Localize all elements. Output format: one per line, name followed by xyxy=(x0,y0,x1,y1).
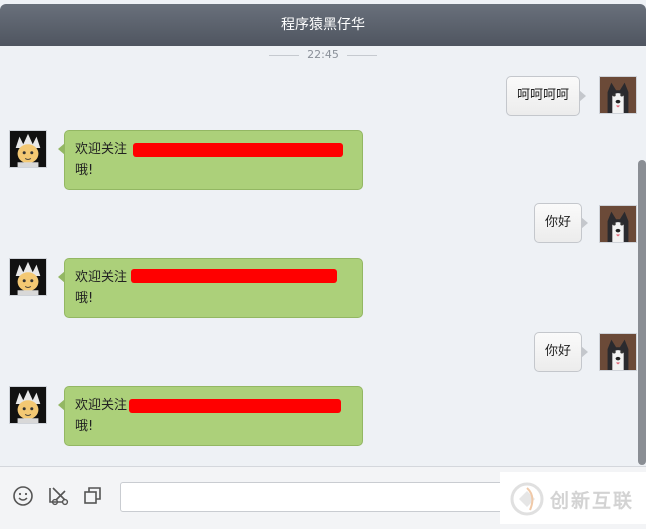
watermark-icon xyxy=(510,482,544,516)
message-text: 呵呵呵呵 xyxy=(517,88,570,103)
user-avatar-husky[interactable] xyxy=(599,76,637,114)
redaction-mark xyxy=(131,269,337,283)
message-text: 你好 xyxy=(545,215,572,230)
message-prefix: 欢迎关注 xyxy=(75,270,128,285)
user-avatar-husky[interactable] xyxy=(599,333,637,371)
message-prefix: 欢迎关注 xyxy=(75,142,128,157)
user-avatar-husky[interactable] xyxy=(599,205,637,243)
redaction-mark xyxy=(133,143,343,157)
chat-scrollbar[interactable] xyxy=(638,160,646,465)
bot-avatar[interactable] xyxy=(9,386,47,424)
divider-right xyxy=(346,54,377,56)
my-message-bubble[interactable]: 你好 xyxy=(534,332,589,372)
window-title: 程序猿黑仔华 xyxy=(0,4,646,46)
bot-message-bubble[interactable]: 欢迎关注 哦! xyxy=(58,258,363,318)
bot-avatar[interactable] xyxy=(9,258,47,296)
message-line-2: 哦! xyxy=(75,291,94,306)
redaction-mark xyxy=(129,399,341,413)
watermark-logo: 创新互联 xyxy=(500,472,646,524)
my-message-bubble[interactable]: 呵呵呵呵 xyxy=(506,76,587,116)
screenshot-scissors-icon[interactable] xyxy=(47,485,69,507)
my-message-bubble[interactable]: 你好 xyxy=(534,203,589,243)
chat-window: 程序猿黑仔华 22:45 呵呵呵呵 欢迎关注 哦! 你好 欢迎关注 哦! 你好 xyxy=(0,0,646,529)
bot-message-bubble[interactable]: 欢迎关注 哦! xyxy=(58,386,363,446)
message-timestamp: 22:45 xyxy=(0,46,646,64)
message-input[interactable] xyxy=(120,482,520,512)
message-prefix: 欢迎关注 xyxy=(75,398,128,413)
divider-left xyxy=(269,54,300,56)
message-text: 你好 xyxy=(545,344,572,359)
timestamp-text: 22:45 xyxy=(307,48,339,61)
emoji-icon[interactable] xyxy=(12,485,34,507)
copy-window-icon[interactable] xyxy=(82,485,104,507)
watermark-text: 创新互联 xyxy=(550,490,635,512)
bot-avatar[interactable] xyxy=(9,130,47,168)
message-line-2: 哦! xyxy=(75,163,94,178)
message-line-2: 哦! xyxy=(75,419,94,434)
bot-message-bubble[interactable]: 欢迎关注 哦! xyxy=(58,130,363,190)
